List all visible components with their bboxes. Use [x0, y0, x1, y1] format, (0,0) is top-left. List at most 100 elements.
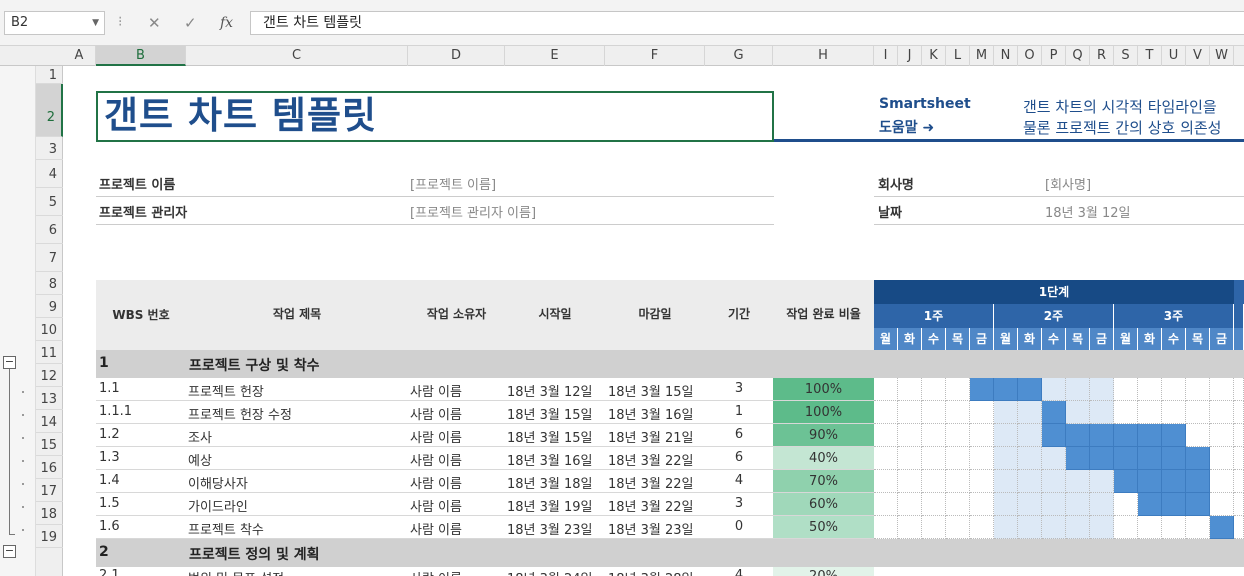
gantt-cell[interactable] [898, 447, 922, 470]
gantt-cell[interactable] [898, 516, 922, 539]
column-header-e[interactable]: E [505, 46, 605, 66]
gantt-cell[interactable] [994, 447, 1018, 470]
gantt-cell[interactable] [1018, 493, 1042, 516]
table-row[interactable]: 1.4 이해당사자 사람 이름 18년 3월 18일 18년 3월 22일 4 70% [63, 470, 1244, 493]
insert-function-icon[interactable]: fx [220, 12, 233, 34]
gantt-cell[interactable] [1066, 378, 1090, 401]
gantt-cell[interactable] [1066, 470, 1090, 493]
gantt-cell[interactable] [1186, 493, 1210, 516]
column-header-o[interactable]: O [1018, 46, 1042, 66]
gantt-cell[interactable] [1186, 424, 1210, 447]
gantt-cell[interactable] [1114, 447, 1138, 470]
collapse-group-1-button[interactable]: − [3, 356, 16, 369]
gantt-cell[interactable] [1210, 447, 1234, 470]
gantt-cell[interactable] [1114, 424, 1138, 447]
column-header-w[interactable]: W [1210, 46, 1234, 66]
gantt-cell[interactable] [1042, 493, 1066, 516]
gantt-cell[interactable] [1234, 424, 1244, 447]
gantt-cell[interactable] [946, 447, 970, 470]
gantt-cell[interactable] [874, 447, 898, 470]
gantt-cell[interactable] [994, 424, 1018, 447]
row-header-18[interactable]: 18 [36, 502, 63, 525]
day-header[interactable]: 화 [1018, 328, 1042, 350]
table-row[interactable]: 1.5 가이드라인 사람 이름 18년 3월 19일 18년 3월 22일 3 60% [63, 493, 1244, 516]
row-header-3[interactable]: 3 [36, 137, 63, 160]
gantt-cell[interactable] [946, 493, 970, 516]
gantt-cell[interactable] [1114, 378, 1138, 401]
column-header-s[interactable]: S [1114, 46, 1138, 66]
gantt-cell[interactable] [1090, 378, 1114, 401]
smartsheet-link[interactable]: Smartsheet [879, 96, 971, 112]
gantt-cell[interactable] [1042, 401, 1066, 424]
column-header-j[interactable]: J [898, 46, 922, 66]
gantt-cell[interactable] [1138, 516, 1162, 539]
gantt-cell[interactable] [1210, 516, 1234, 539]
gantt-cell[interactable] [946, 378, 970, 401]
row-header-2[interactable]: 2 [36, 84, 63, 137]
row-header-10[interactable]: 10 [36, 318, 63, 341]
header-percent[interactable]: 작업 완료 비율 [773, 305, 874, 322]
gantt-cell[interactable] [1114, 470, 1138, 493]
day-header[interactable]: 화 [1138, 328, 1162, 350]
gantt-cell[interactable] [1162, 516, 1186, 539]
gantt-cell[interactable] [946, 401, 970, 424]
gantt-cell[interactable] [1186, 378, 1210, 401]
header-task[interactable]: 작업 제목 [186, 305, 408, 322]
day-header[interactable]: 수 [1042, 328, 1066, 350]
gantt-cell[interactable] [1042, 470, 1066, 493]
column-header-u[interactable]: U [1162, 46, 1186, 66]
gantt-cell[interactable] [1066, 447, 1090, 470]
gantt-cell[interactable] [994, 378, 1018, 401]
gantt-cell[interactable] [1090, 424, 1114, 447]
column-header-t[interactable]: T [1138, 46, 1162, 66]
gantt-cell[interactable] [1162, 378, 1186, 401]
day-header[interactable]: 금 [970, 328, 994, 350]
row-header-13[interactable]: 13 [36, 387, 63, 410]
header-end[interactable]: 마감일 [605, 305, 705, 322]
column-header-c[interactable]: C [186, 46, 408, 66]
row-header-12[interactable]: 12 [36, 364, 63, 387]
day-header[interactable]: 화 [898, 328, 922, 350]
row-header-17[interactable]: 17 [36, 479, 63, 502]
column-header-k[interactable]: K [922, 46, 946, 66]
gantt-cell[interactable] [1090, 493, 1114, 516]
gantt-cell[interactable] [1186, 516, 1210, 539]
gantt-cell[interactable] [922, 493, 946, 516]
gantt-cell[interactable] [1042, 424, 1066, 447]
section-row-2[interactable]: 2 프로젝트 정의 및 계획 [96, 539, 1244, 567]
gantt-cell[interactable] [898, 424, 922, 447]
gantt-cell[interactable] [874, 516, 898, 539]
gantt-cell[interactable] [1210, 401, 1234, 424]
row-header-4[interactable]: 4 [36, 160, 63, 188]
gantt-cell[interactable] [1090, 447, 1114, 470]
row-header-5[interactable]: 5 [36, 188, 63, 216]
day-header[interactable]: 월 [1114, 328, 1138, 350]
row-header-15[interactable]: 15 [36, 433, 63, 456]
gantt-cell[interactable] [994, 470, 1018, 493]
table-row[interactable]: 1.1 프로젝트 헌장 사람 이름 18년 3월 12일 18년 3월 15일 3 100% [63, 378, 1244, 401]
week-header[interactable]: 3주 [1114, 304, 1234, 328]
gantt-cell[interactable] [994, 401, 1018, 424]
column-header-n[interactable]: N [994, 46, 1018, 66]
gantt-cell[interactable] [1018, 447, 1042, 470]
enter-icon[interactable]: ✓ [184, 12, 197, 34]
column-header-p[interactable]: P [1042, 46, 1066, 66]
day-header[interactable]: 목 [1066, 328, 1090, 350]
gantt-cell[interactable] [1186, 470, 1210, 493]
gantt-cell[interactable] [1066, 516, 1090, 539]
header-duration[interactable]: 기간 [705, 305, 773, 322]
day-header[interactable]: 목 [946, 328, 970, 350]
gantt-cell[interactable] [1162, 493, 1186, 516]
gantt-cell[interactable] [1114, 401, 1138, 424]
row-header-11[interactable]: 11 [36, 341, 63, 364]
gantt-cell[interactable] [1018, 378, 1042, 401]
table-row[interactable]: 1.6 프로젝트 착수 사람 이름 18년 3월 23일 18년 3월 23일 0 50% [63, 516, 1244, 539]
column-header-i[interactable]: I [874, 46, 898, 66]
gantt-cell[interactable] [874, 493, 898, 516]
gantt-cell[interactable] [1018, 424, 1042, 447]
column-header-f[interactable]: F [605, 46, 705, 66]
gantt-cell[interactable] [1138, 424, 1162, 447]
column-header-d[interactable]: D [408, 46, 505, 66]
sheet-title[interactable]: 갠트 차트 템플릿 [96, 91, 774, 142]
gantt-cell[interactable] [1018, 516, 1042, 539]
